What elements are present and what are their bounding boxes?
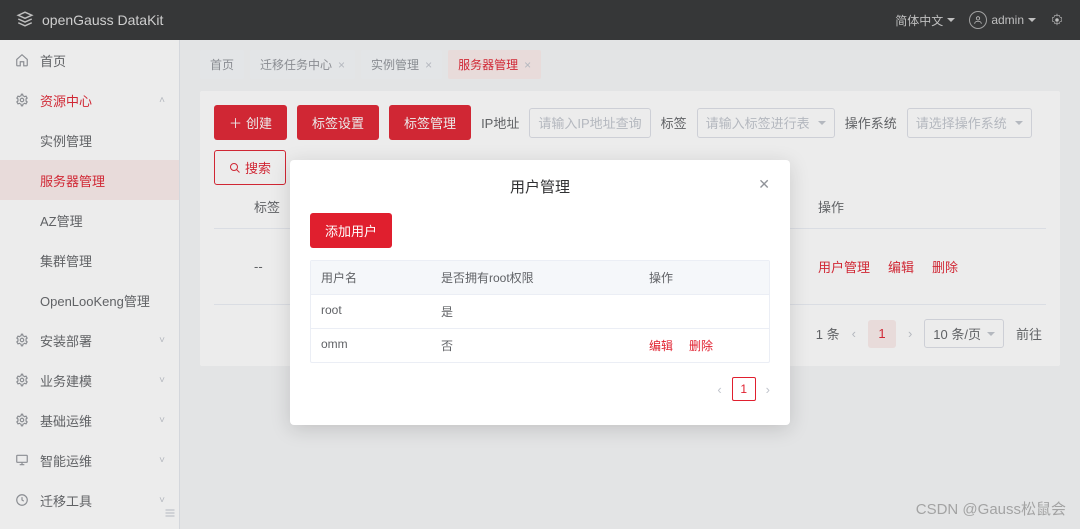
modal-mask: 用户管理 ✕ 添加用户 用户名 是否拥有root权限 操作 root是omm否编… bbox=[0, 0, 1080, 529]
add-user-button[interactable]: 添加用户 bbox=[310, 213, 392, 248]
user-row-编辑[interactable]: 编辑 bbox=[649, 337, 673, 354]
user-manage-modal: 用户管理 ✕ 添加用户 用户名 是否拥有root权限 操作 root是omm否编… bbox=[290, 160, 790, 425]
user-table: 用户名 是否拥有root权限 操作 root是omm否编辑删除 bbox=[310, 260, 770, 363]
user-row: omm否编辑删除 bbox=[311, 328, 769, 362]
user-row: root是 bbox=[311, 294, 769, 328]
user-row-删除[interactable]: 删除 bbox=[689, 337, 713, 354]
modal-pager-current[interactable]: 1 bbox=[732, 377, 756, 401]
user-root: 是 bbox=[441, 303, 649, 320]
modal-title: 用户管理 bbox=[510, 179, 570, 196]
modal-pager-prev[interactable]: ‹ bbox=[717, 382, 721, 397]
modal-pagination: ‹ 1 › bbox=[310, 377, 770, 401]
mth-user: 用户名 bbox=[321, 269, 441, 286]
modal-close-icon[interactable]: ✕ bbox=[758, 176, 770, 193]
mth-root: 是否拥有root权限 bbox=[441, 269, 649, 286]
mth-op: 操作 bbox=[649, 269, 759, 286]
modal-pager-next[interactable]: › bbox=[766, 382, 770, 397]
user-name: root bbox=[321, 303, 441, 320]
user-name: omm bbox=[321, 337, 441, 354]
user-root: 否 bbox=[441, 337, 649, 354]
